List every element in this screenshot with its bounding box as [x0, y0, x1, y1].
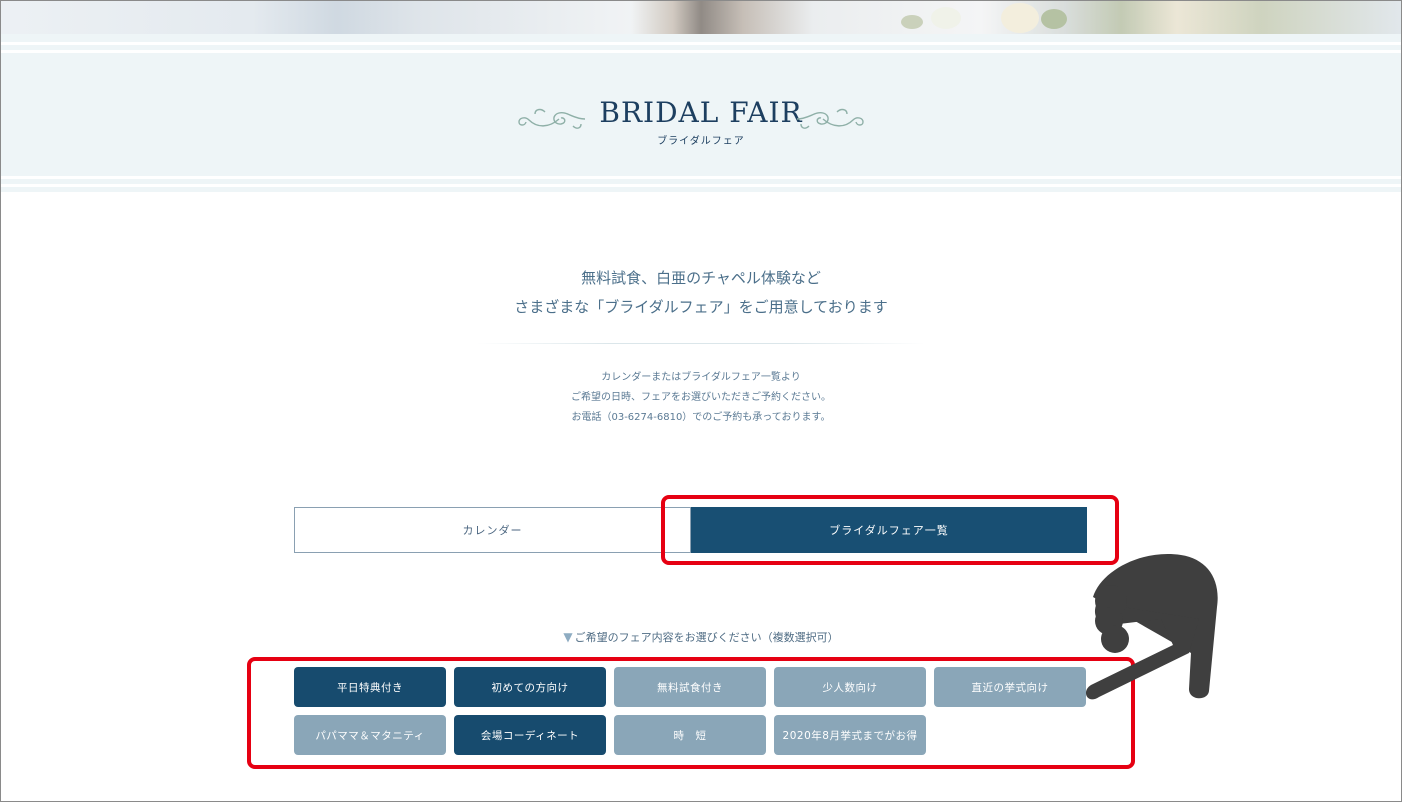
filter-hint-text: ご希望のフェア内容をお選びください（複数選択可） [574, 631, 839, 644]
intro-line-1: 無料試食、白亜のチャペル体験など [581, 269, 821, 287]
reservation-info: カレンダーまたはブライダルフェア一覧より ご希望の日時、フェアをお選びいただきご… [1, 368, 1401, 428]
pointing-hand-icon [1085, 554, 1218, 700]
info-line-3: お電話（03-6274-6810）でのご予約も承っております。 [571, 412, 831, 423]
screenshot-frame: BRIDAL FAIR ブライダルフェア 無料試食、白亜のチャペル体験など さま… [0, 0, 1402, 802]
tab-calendar[interactable]: カレンダー [294, 507, 691, 553]
bridal-fair-header: BRIDAL FAIR ブライダルフェア [1, 34, 1401, 192]
annotation-highlight-filters [247, 657, 1135, 769]
intro-line-2: さまざまな「ブライダルフェア」をご用意しております [514, 298, 888, 316]
divider [477, 343, 925, 344]
right-flourish-icon [796, 108, 864, 129]
triangle-down-icon: ▼ [563, 630, 573, 644]
info-line-2: ご希望の日時、フェアをお選びいただきご予約ください。 [571, 392, 831, 403]
annotation-highlight-list-tab [661, 495, 1119, 565]
page-subtitle: ブライダルフェア [657, 136, 745, 147]
info-line-1: カレンダーまたはブライダルフェア一覧より [601, 372, 801, 383]
intro-text: 無料試食、白亜のチャペル体験など さまざまな「ブライダルフェア」をご用意しており… [1, 264, 1401, 322]
page-title: BRIDAL FAIR [599, 96, 803, 129]
hero-photo-strip [1, 1, 1401, 34]
